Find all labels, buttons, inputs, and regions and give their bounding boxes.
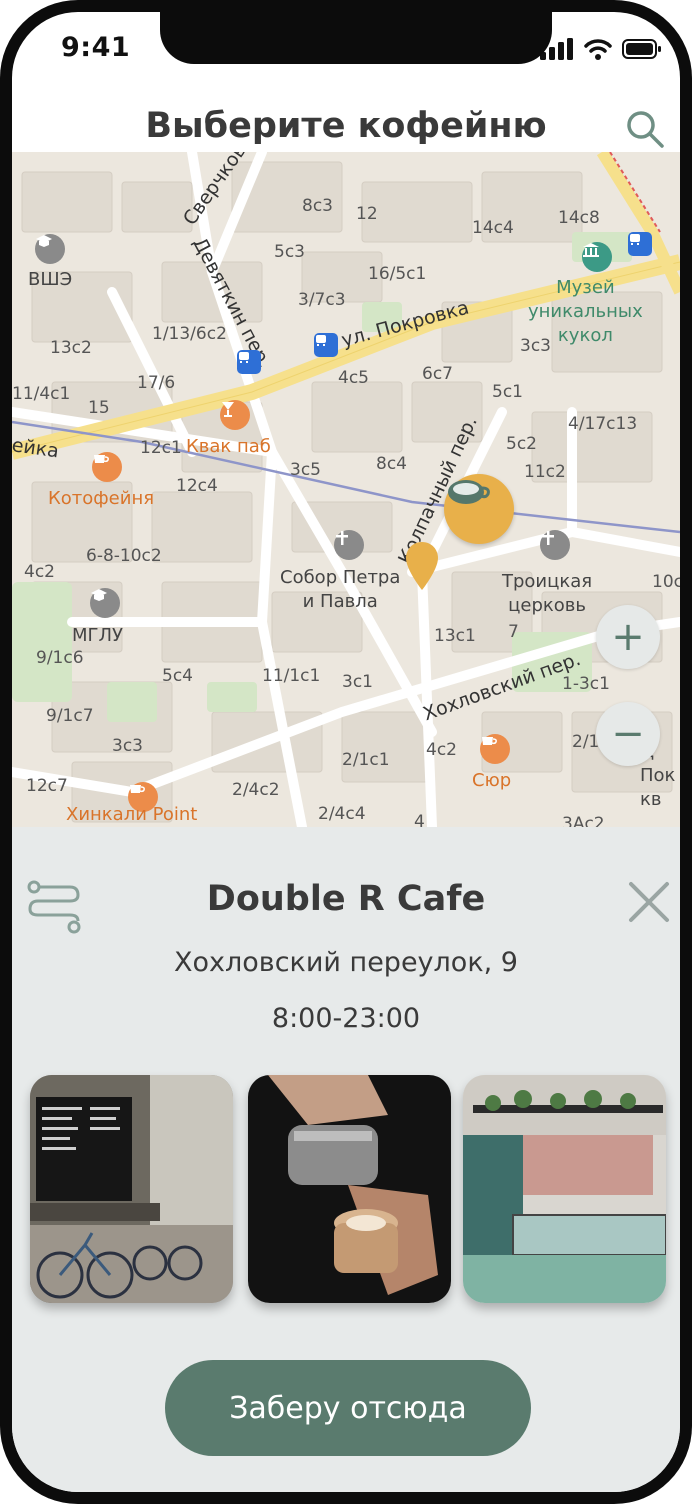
house-number: 14с4 <box>472 218 514 238</box>
pickup-button[interactable]: Заберу отсюда <box>165 1360 531 1456</box>
close-icon[interactable] <box>626 879 672 925</box>
metro-icon <box>237 350 261 374</box>
house-number: 5с2 <box>506 434 537 454</box>
house-number: 6с7 <box>422 364 453 384</box>
house-number: 9/1с6 <box>36 648 84 668</box>
map-view[interactable]: ул. Покровка Сверчков Девяткин пер. Колп… <box>12 152 680 827</box>
house-number: 5с1 <box>492 382 523 402</box>
university-icon <box>35 234 65 264</box>
house-number: 15 <box>88 398 110 418</box>
cafe-icon <box>92 452 122 482</box>
house-number: 2/4с2 <box>232 780 280 800</box>
search-icon[interactable] <box>624 108 666 150</box>
metro-icon <box>314 333 338 357</box>
cafe-name: Double R Cafe <box>206 879 486 919</box>
church-icon <box>334 530 364 560</box>
metro-icon <box>628 232 652 256</box>
cafe-photo-latte[interactable] <box>248 1075 451 1303</box>
house-number: 13с2 <box>50 338 92 358</box>
house-number: 3с5 <box>290 460 321 480</box>
house-number: 3с3 <box>112 736 143 756</box>
house-number: 12с4 <box>176 476 218 496</box>
cafe-icon <box>480 734 510 764</box>
bar-icon <box>220 400 250 430</box>
coffee-cup-icon <box>448 480 490 504</box>
page-title: Выберите кофейню <box>145 106 547 146</box>
house-number: 12 <box>356 204 378 224</box>
house-number: 2/1с1 <box>342 750 390 770</box>
place-label-khinkali: Хинкали Point <box>66 804 198 825</box>
house-number: 8с4 <box>376 454 407 474</box>
place-label-troitskaya: Троицкая церковь <box>502 571 593 616</box>
house-number: 3с3 <box>520 336 551 356</box>
place-label-syur: Сюр <box>472 770 512 791</box>
place-label-mglu: МГЛУ <box>72 625 124 646</box>
house-number: 1-3с1 <box>562 674 610 694</box>
house-number: 3Ас2 <box>562 814 605 827</box>
house-number: 2/4с4 <box>318 804 366 824</box>
house-number: 12с7 <box>26 776 68 796</box>
house-number: 14с8 <box>558 208 600 228</box>
house-number: 10с <box>652 572 680 592</box>
zoom-out-button[interactable]: − <box>596 702 660 766</box>
cafe-details-sheet: Double R Cafe Хохловский переулок, 9 8:0… <box>12 827 680 1492</box>
house-number: 8с3 <box>302 196 333 216</box>
notch <box>160 12 552 64</box>
wifi-icon <box>584 39 612 60</box>
house-number: 3/7с3 <box>298 290 346 310</box>
phone-frame: 9:41 Выберите кофейню ул. Покровка Сверч… <box>0 0 692 1504</box>
museum-icon <box>582 242 612 272</box>
house-number: 9/1с7 <box>46 706 94 726</box>
status-time: 9:41 <box>61 32 131 63</box>
place-label-hse: ВШЭ <box>28 269 73 290</box>
zoom-in-button[interactable]: + <box>596 605 660 669</box>
plus-icon: + <box>611 614 645 660</box>
house-number: 11с2 <box>524 462 566 482</box>
location-pin-icon[interactable] <box>404 540 440 592</box>
status-icons <box>540 38 662 60</box>
house-number: 7 <box>508 622 519 642</box>
house-number: 13с1 <box>434 626 476 646</box>
selected-cafe-marker[interactable] <box>444 474 514 544</box>
house-number: 3с1 <box>342 672 373 692</box>
screen: 9:41 Выберите кофейню ул. Покровка Сверч… <box>12 12 680 1492</box>
cafe-address: Хохловский переулок, 9 <box>174 947 518 978</box>
church-icon <box>540 530 570 560</box>
cafe-photo-interior[interactable] <box>30 1075 233 1303</box>
house-number: 5с4 <box>162 666 193 686</box>
house-number: 6-8-10с2 <box>86 546 162 566</box>
house-number: 11/1с1 <box>262 666 321 686</box>
minus-icon: − <box>611 711 645 757</box>
house-number: 4 <box>414 812 425 827</box>
house-number: 16/5с1 <box>368 264 427 284</box>
place-label-sobor: Собор Петра и Павла <box>280 567 401 612</box>
house-number: 4с2 <box>24 562 55 582</box>
cafe-photo-counter[interactable] <box>463 1075 666 1303</box>
place-label-kotofeynya: Котофейня <box>48 488 155 509</box>
house-number: 17/6 <box>137 373 176 393</box>
house-number: 4с5 <box>338 368 369 388</box>
house-number: 12с1 <box>140 438 182 458</box>
place-label-kvak: Квак паб <box>186 436 271 457</box>
house-number: 4/17с13 <box>568 414 638 434</box>
house-number: 5с3 <box>274 242 305 262</box>
battery-icon <box>622 39 661 59</box>
house-number: 1/13/6с2 <box>152 324 227 344</box>
house-number: 11/4с1 <box>12 384 71 404</box>
university-icon <box>90 588 120 618</box>
cafe-hours: 8:00-23:00 <box>271 1003 421 1034</box>
house-number: 4с2 <box>426 740 457 760</box>
